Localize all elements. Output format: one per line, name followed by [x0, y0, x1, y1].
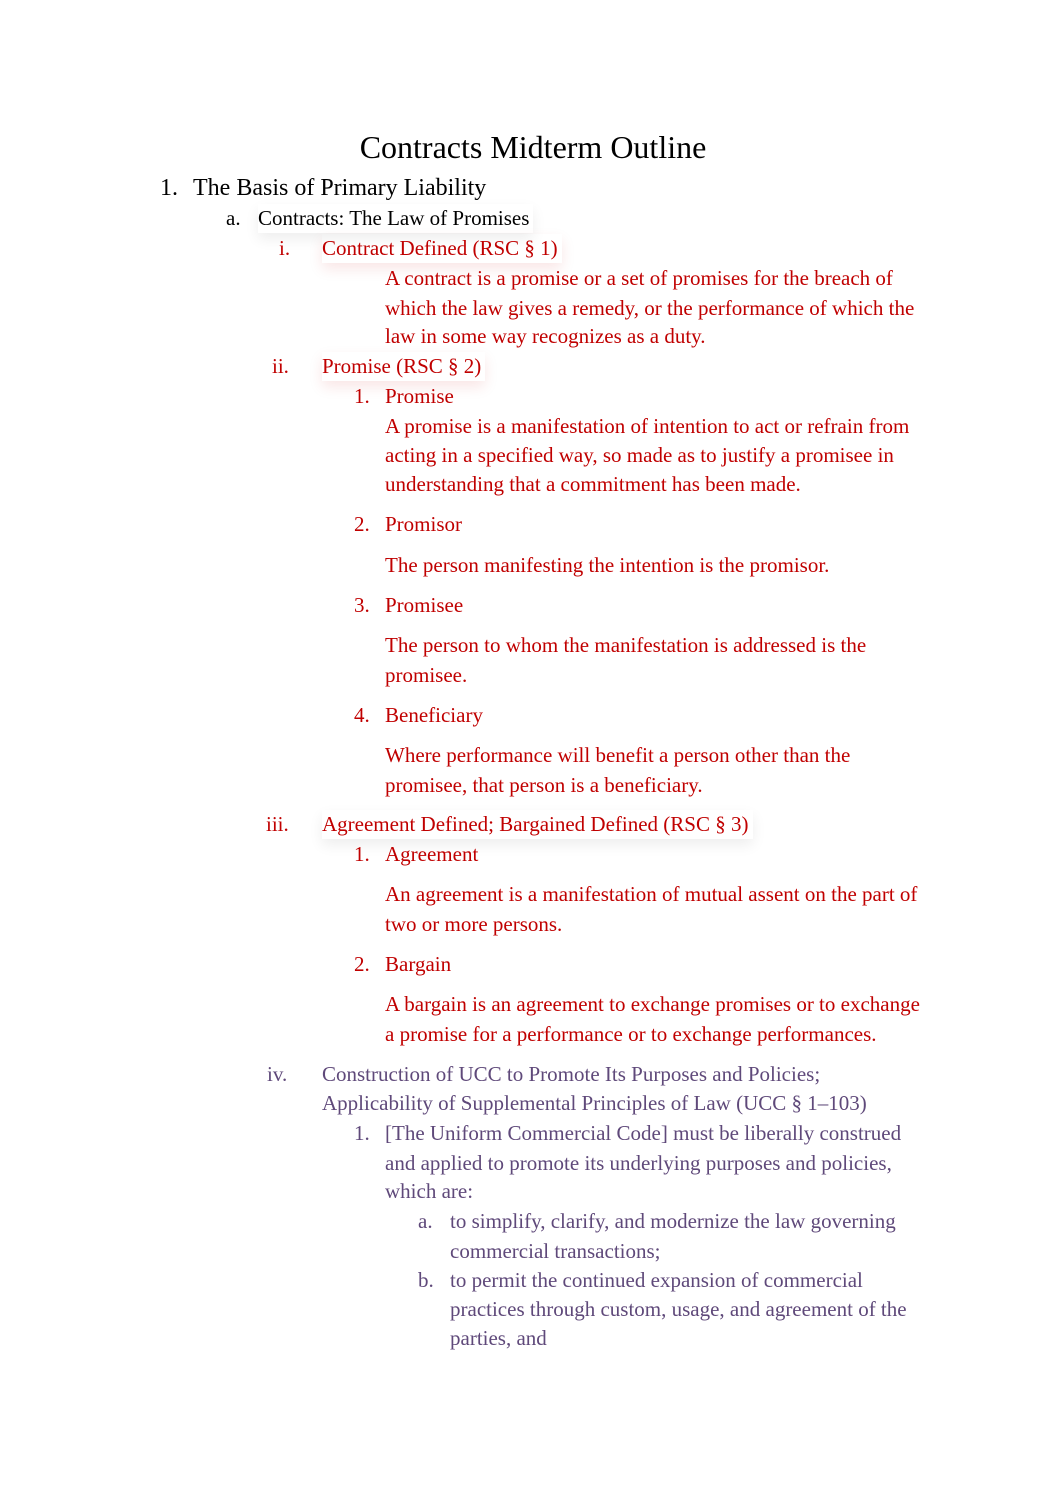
definition-line: promisee.	[385, 663, 468, 687]
definition-line: The person to whom the manifestation is …	[385, 633, 867, 657]
point-marker: 2.	[354, 952, 370, 976]
item-marker: iii.	[266, 812, 289, 836]
definition-line: A bargain is an agreement to exchange pr…	[385, 992, 920, 1016]
subpoint-text-line: to permit the continued expansion of com…	[450, 1268, 863, 1292]
subpoint-text-line: commercial transactions;	[450, 1239, 661, 1263]
definition-line: two or more persons.	[385, 912, 563, 936]
definition-line: which the law gives a remedy, or the per…	[385, 296, 915, 320]
subpoint-text-line: parties, and	[450, 1326, 547, 1350]
definition-line: An agreement is a manifestation of mutua…	[385, 882, 918, 906]
point-term: Promisor	[385, 512, 463, 536]
subpoint-marker: b.	[418, 1268, 434, 1292]
item-marker: iv.	[267, 1062, 288, 1086]
definition-line: A promise is a manifestation of intentio…	[385, 414, 910, 438]
point-term: Bargain	[385, 952, 452, 976]
document-title: Contracts Midterm Outline	[359, 129, 707, 165]
point-term: Beneficiary	[385, 703, 483, 727]
subpoint-marker: a.	[418, 1209, 433, 1233]
definition-line: Where performance will benefit a person …	[385, 743, 851, 767]
point-marker: 1.	[354, 384, 370, 408]
item-marker: ii.	[272, 354, 289, 378]
point-marker: 1.	[354, 1121, 370, 1145]
point-term: Agreement	[385, 842, 479, 866]
point-marker: 4.	[354, 703, 370, 727]
item-marker: i.	[279, 236, 291, 260]
point-term: Promise	[385, 384, 454, 408]
subpoint-text-line: practices through custom, usage, and agr…	[450, 1297, 907, 1321]
point-text-line: which are:	[385, 1179, 474, 1203]
definition-line: A contract is a promise or a set of prom…	[385, 266, 893, 290]
subpoint-text-line: to simplify, clarify, and modernize the …	[450, 1209, 896, 1233]
item-heading-promise: Promise (RSC § 2)	[322, 352, 485, 381]
point-marker: 1.	[354, 842, 370, 866]
definition-line: acting in a specified way, so made as to…	[385, 443, 894, 467]
point-marker: 3.	[354, 593, 370, 617]
subsection-heading: Contracts: The Law of Promises	[258, 204, 533, 233]
section-heading: The Basis of Primary Liability	[193, 175, 487, 201]
definition-line: The person manifesting the intention is …	[385, 553, 830, 577]
subsection-marker: a.	[226, 206, 241, 230]
point-marker: 2.	[354, 512, 370, 536]
item-heading-agreement-defined: Agreement Defined; Bargained Defined (RS…	[322, 810, 753, 839]
item-heading-contract-defined: Contract Defined (RSC § 1)	[322, 234, 562, 263]
point-term: Promisee	[385, 593, 464, 617]
item-heading-ucc-line: Construction of UCC to Promote Its Purpo…	[322, 1062, 821, 1086]
definition-line: law in some way recognizes as a duty.	[385, 324, 706, 348]
section-marker: 1.	[160, 175, 178, 201]
definition-line: promisee, that person is a beneficiary.	[385, 773, 703, 797]
point-text-line: [The Uniform Commercial Code] must be li…	[385, 1121, 902, 1145]
item-heading-ucc-line: Applicability of Supplemental Principles…	[322, 1091, 867, 1115]
definition-line: a promise for a performance or to exchan…	[385, 1022, 877, 1046]
definition-line: understanding that a commitment has been…	[385, 472, 801, 496]
point-text-line: and applied to promote its underlying pu…	[385, 1151, 892, 1175]
